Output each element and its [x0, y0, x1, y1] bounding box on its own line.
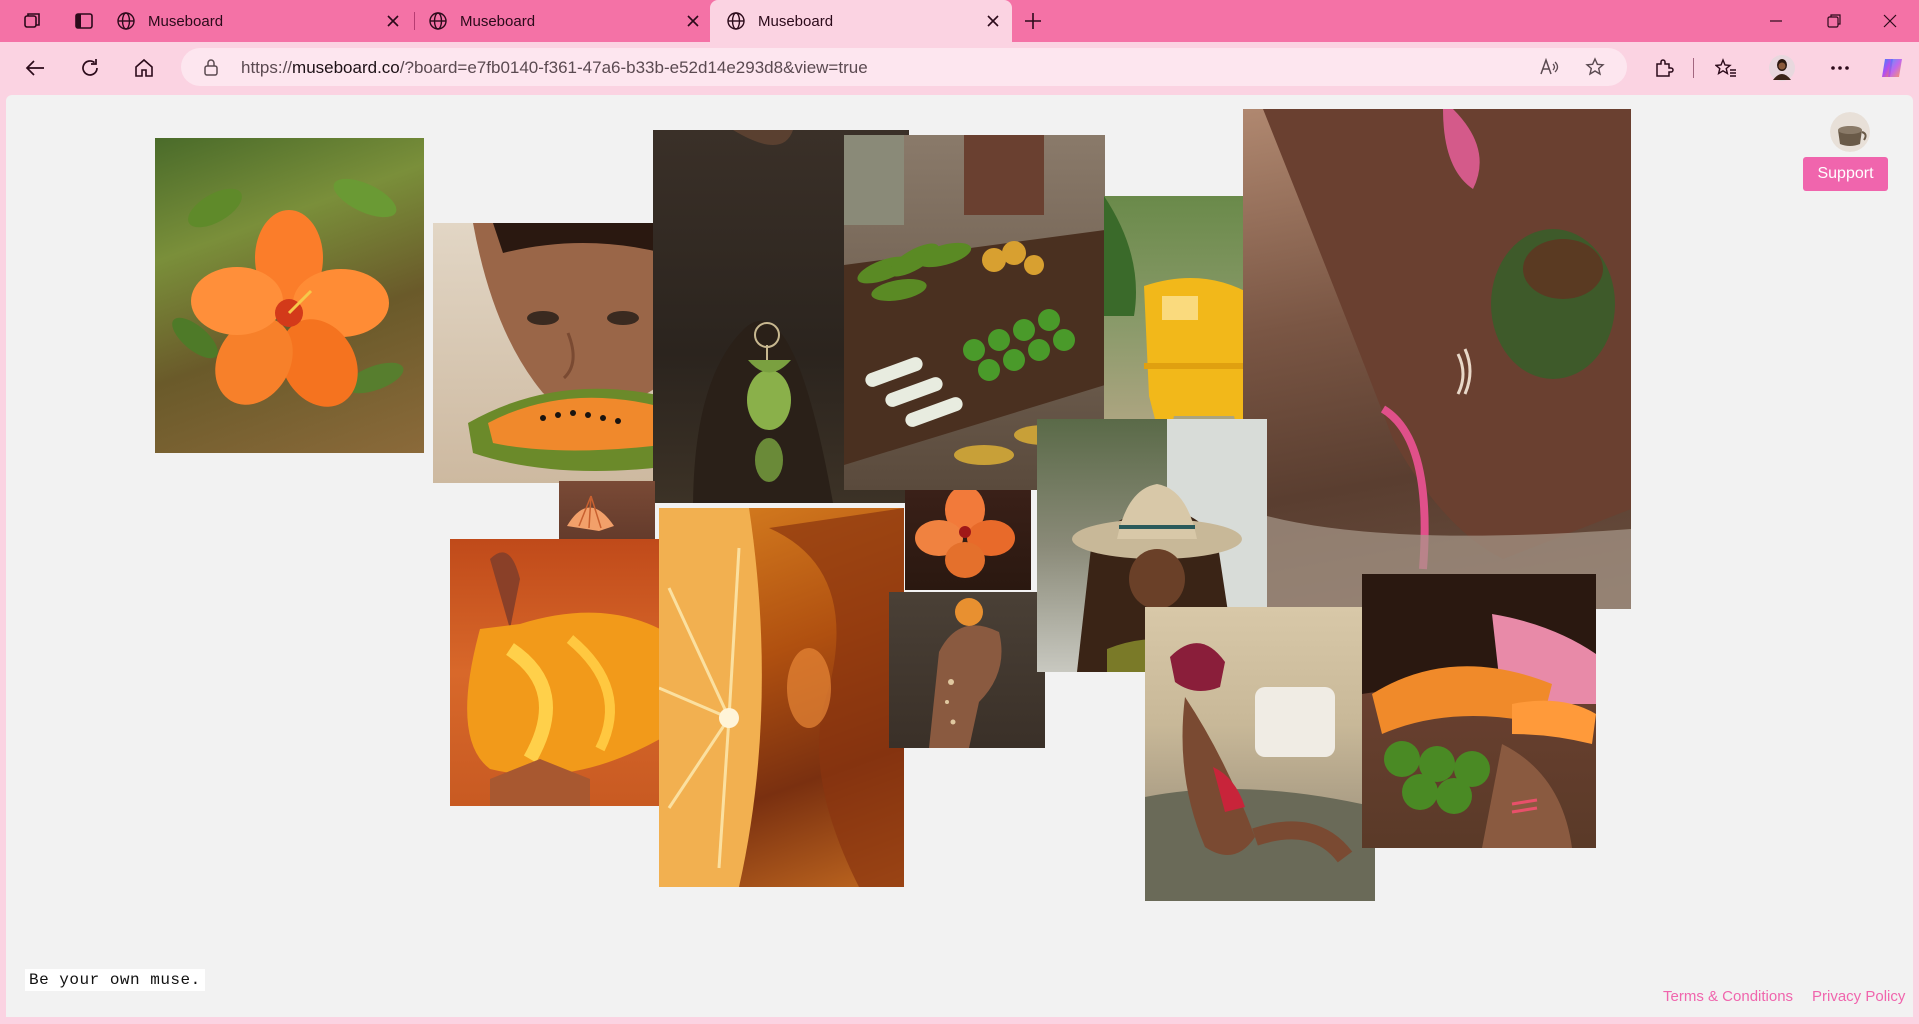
- new-tab-icon[interactable]: [1019, 8, 1047, 34]
- refresh-icon[interactable]: [74, 52, 106, 84]
- tab-actions-icon[interactable]: [70, 8, 98, 34]
- photo-hibiscus-flower[interactable]: [155, 138, 424, 453]
- tab-title: Museboard: [758, 12, 834, 30]
- tab-close-icon[interactable]: [984, 12, 1002, 30]
- profile-icon[interactable]: [1766, 52, 1798, 84]
- favorites-icon[interactable]: [1710, 52, 1742, 84]
- tab-title: Museboard: [460, 12, 536, 30]
- copilot-icon[interactable]: [1876, 52, 1908, 84]
- photo-hibiscus-small[interactable]: [905, 490, 1031, 590]
- favorite-icon[interactable]: [1583, 56, 1607, 78]
- privacy-link[interactable]: Privacy Policy: [1812, 988, 1905, 1005]
- home-icon[interactable]: [128, 52, 160, 84]
- support-button[interactable]: Support: [1803, 157, 1888, 191]
- photo-coconut-bikini[interactable]: [1243, 109, 1631, 609]
- browser-toolbar: https://museboard.co/?board=e7fb0140-f36…: [0, 42, 1919, 94]
- url-text[interactable]: https://museboard.co/?board=e7fb0140-f36…: [241, 58, 868, 78]
- photo-bandana-lounge[interactable]: [1145, 607, 1375, 901]
- url-prefix: https://: [241, 58, 293, 77]
- tab-close-icon[interactable]: [384, 12, 402, 30]
- globe-icon: [117, 12, 135, 30]
- terms-link[interactable]: Terms & Conditions: [1663, 988, 1793, 1005]
- address-bar[interactable]: https://museboard.co/?board=e7fb0140-f36…: [181, 48, 1627, 86]
- more-icon[interactable]: [1824, 52, 1856, 84]
- minimize-icon[interactable]: [1747, 0, 1805, 42]
- extensions-icon[interactable]: [1648, 52, 1680, 84]
- photo-orange-skirt[interactable]: [450, 539, 660, 806]
- tagline: Be your own muse.: [25, 969, 205, 991]
- tab-1[interactable]: Museboard: [100, 0, 412, 42]
- tab-close-icon[interactable]: [684, 12, 702, 30]
- photo-squeezed-fruit[interactable]: [889, 592, 1045, 748]
- back-icon[interactable]: [19, 52, 51, 84]
- support-avatar[interactable]: [1830, 112, 1870, 152]
- tab-title: Museboard: [148, 12, 224, 30]
- window-bottom-edge: [0, 1017, 1919, 1024]
- tab-3-active[interactable]: Museboard: [710, 0, 1012, 42]
- workspaces-icon[interactable]: [18, 8, 46, 34]
- photo-citrus-slice[interactable]: [659, 508, 904, 887]
- tab-2[interactable]: Museboard: [412, 0, 712, 42]
- read-aloud-icon[interactable]: [1537, 56, 1561, 78]
- lock-icon[interactable]: [203, 58, 219, 81]
- toolbar-divider: [1693, 58, 1694, 78]
- close-icon[interactable]: [1861, 0, 1919, 42]
- url-path: /?board=e7fb0140-f361-47a6-b33b-e52d14e2…: [399, 58, 868, 77]
- globe-icon: [429, 12, 447, 30]
- browser-titlebar: Museboard Museboard Museboard: [0, 0, 1919, 42]
- photo-papaya-arms[interactable]: [1362, 574, 1596, 848]
- url-host: museboard.co: [292, 58, 400, 77]
- globe-icon: [727, 12, 745, 30]
- restore-icon[interactable]: [1805, 0, 1863, 42]
